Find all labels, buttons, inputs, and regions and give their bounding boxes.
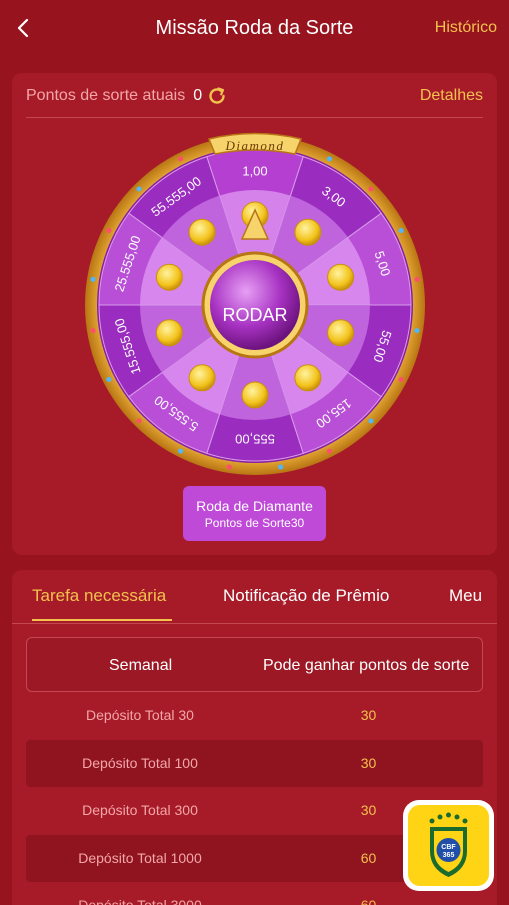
wheel-card: Pontos de sorte atuais 0 Detalhes 1,00 3… — [12, 73, 497, 555]
table-header: Semanal Pode ganhar pontos de sorte — [26, 637, 483, 692]
points-value: 0 — [193, 87, 203, 104]
rim-light — [326, 156, 332, 162]
column-points: Pode ganhar pontos de sorte — [263, 657, 470, 674]
tabs-divider — [12, 623, 497, 624]
coin-icon — [327, 263, 355, 291]
wheel-segment-label: 555,00 — [235, 432, 275, 447]
row-name: Depósito Total 30 — [86, 707, 194, 723]
cbf-badge-background: CBF 365 — [408, 805, 489, 886]
rim-light — [106, 376, 112, 382]
rim-light — [90, 328, 96, 334]
rim-light — [368, 418, 374, 424]
row-points: 30 — [360, 755, 377, 771]
rim-light — [178, 156, 184, 162]
diamond-tag-title: Roda de Diamante — [196, 498, 313, 514]
rim-light — [136, 186, 142, 192]
rim-light — [178, 448, 184, 454]
spin-button[interactable]: RODAR — [205, 265, 305, 365]
badge-text: CBF 365 — [441, 844, 456, 859]
refresh-icon[interactable] — [206, 85, 228, 107]
rim-light — [368, 186, 374, 192]
rim-light — [414, 276, 420, 282]
prize-wheel: 1,00 3,00 5,00 55,00 155,00 555,00 5.555,00 15.… — [82, 132, 428, 478]
diamond-tag-subtitle: Pontos de Sorte30 — [204, 516, 305, 530]
row-name: Depósito Total 3000 — [78, 897, 202, 905]
header: Missão Roda da Sorte Histórico — [0, 0, 509, 56]
diamond-wheel-tag[interactable]: Roda de Diamante Pontos de Sorte30 — [183, 486, 326, 541]
wheel-segment-label: 1,00 — [242, 163, 267, 178]
points-row: Pontos de sorte atuais 0 — [26, 85, 228, 107]
rim-light — [278, 464, 284, 470]
rim-light — [136, 418, 142, 424]
rim-light — [398, 376, 404, 382]
rim-light — [326, 448, 332, 454]
rim-light — [398, 228, 404, 234]
table-row: Depósito Total 30 30 — [26, 692, 483, 739]
details-link[interactable]: Detalhes — [420, 87, 483, 105]
coin-icon — [327, 319, 355, 347]
tab-mine[interactable]: Meu — [449, 586, 482, 606]
table-row: Depósito Total 100 30 — [26, 740, 483, 787]
page-title: Missão Roda da Sorte — [155, 17, 354, 39]
rim-light — [414, 328, 420, 334]
history-link[interactable]: Histórico — [435, 19, 497, 37]
row-points: 60 — [360, 897, 377, 905]
rim-light — [106, 228, 112, 234]
row-points: 30 — [360, 707, 377, 723]
column-weekly: Semanal — [109, 657, 173, 674]
rim-light — [90, 276, 96, 282]
row-name: Depósito Total 300 — [82, 802, 198, 818]
rim-light — [226, 464, 232, 470]
wheel-brand-text: Diamond — [225, 138, 285, 153]
cbf-365-badge[interactable]: CBF 365 — [403, 800, 494, 891]
active-tab-indicator — [32, 619, 172, 621]
coin-icon — [155, 263, 183, 291]
coin-icon — [294, 364, 322, 392]
row-name: Depósito Total 100 — [82, 755, 198, 771]
cbf-shield-icon: CBF 365 — [429, 812, 468, 877]
coin-icon — [188, 364, 216, 392]
coin-icon — [241, 381, 269, 409]
row-name: Depósito Total 1000 — [78, 850, 202, 866]
coin-icon — [188, 218, 216, 246]
tab-required-tasks[interactable]: Tarefa necessária — [32, 586, 166, 606]
coin-icon — [155, 319, 183, 347]
tab-prize-notification[interactable]: Notificação de Prêmio — [223, 586, 389, 606]
coin-icon — [294, 218, 322, 246]
divider — [26, 117, 483, 118]
points-label: Pontos de sorte atuais — [26, 87, 186, 104]
